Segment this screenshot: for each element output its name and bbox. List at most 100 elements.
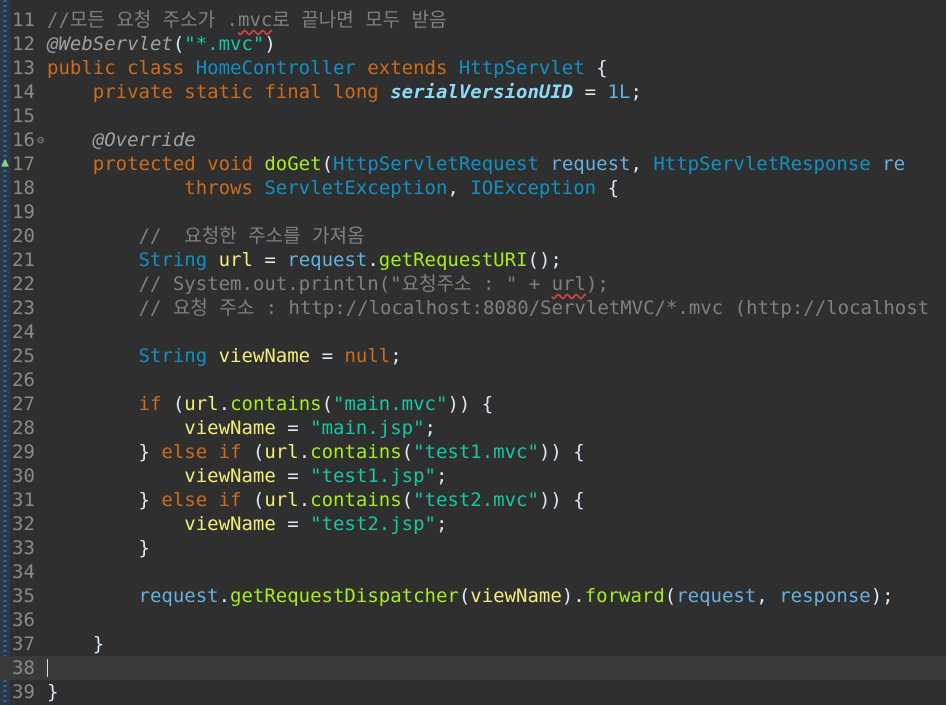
code-line[interactable]: 18 throws ServletException, IOException … [0,176,946,200]
code-token: HomeController [195,57,356,79]
code-token: "*.mvc" [184,33,265,55]
code-line[interactable]: 28 viewName = "main.jsp"; [0,416,946,440]
line-number: 16 [12,129,35,151]
code-token: // 요청 주소 : http://localhost:8080/Servlet… [47,297,930,319]
code-line[interactable]: 35 request.getRequestDispatcher(viewName… [0,584,946,608]
code-token: // 요청한 주소를 가져옴 [47,225,365,247]
code-line[interactable]: 13 public class HomeController extends Ht… [0,56,946,80]
code-line[interactable]: 17 protected void doGet(HttpServletReque… [0,152,946,176]
code-token: = [275,417,311,439]
code-token: "main.jsp" [310,417,425,439]
code-text: throws ServletException, IOException { [47,176,619,200]
code-token: ); [870,585,894,607]
fold-toggle-icon[interactable]: ⊖ [37,128,44,152]
code-line[interactable]: 11 //모든 요청 주소가 .mvc로 끝나면 모두 받음 [0,8,946,32]
code-token: . [298,441,311,463]
code-line[interactable]: 32 viewName = "test2.jsp"; [0,512,946,536]
line-number: 11 [12,9,35,31]
code-text: @WebServlet("*.mvc") [47,32,276,56]
code-line[interactable]: 23 // 요청 주소 : http://localhost:8080/Serv… [0,296,946,320]
code-text: // System.out.println("요청주소 : " + url); [47,272,609,296]
code-text: // 요청한 주소를 가져옴 [47,224,365,248]
code-token: = [573,81,608,103]
code-text: //모든 요청 주소가 .mvc로 끝나면 모두 받음 [47,8,447,32]
code-token: @WebServlet [47,33,173,55]
code-text: private static final long serialVersionU… [47,80,642,104]
code-text: viewName = "main.jsp"; [47,416,436,440]
code-token: ; [390,345,402,367]
code-line[interactable]: 27 if (url.contains("main.mvc")) { [0,392,946,416]
code-token: viewName [184,465,276,487]
code-editor[interactable]: ▲ 11//모든 요청 주소가 .mvc로 끝나면 모두 받음 12 @WebSer… [0,0,946,705]
code-line[interactable]: 29 } else if (url.contains("test1.mvc"))… [0,440,946,464]
text-caret [47,659,48,677]
code-token: )) { [447,393,494,415]
code-token: response [779,585,871,607]
code-text: viewName = "test1.jsp"; [47,464,447,488]
code-line[interactable]: 38 [0,656,946,680]
code-token: ( [161,393,185,415]
code-text: } else if (url.contains("test2.mvc")) { [47,488,585,512]
code-text: if (url.contains("main.mvc")) { [47,392,494,416]
line-number: 39 [12,681,35,703]
code-token: private static final long [92,81,391,103]
code-line[interactable]: 16 ⊖ @Override [0,128,946,152]
code-token: // System.out.println("요청주소 : " + [47,273,552,295]
line-number: 37 [12,633,35,655]
line-number: 35 [12,585,35,607]
code-line[interactable]: 22 // System.out.println("요청주소 : " + url… [0,272,946,296]
code-line[interactable]: 31 } else if (url.contains("test2.mvc"))… [0,488,946,512]
code-token: @Override [92,129,196,151]
code-line[interactable]: 25 String viewName = null; [0,344,946,368]
code-text: } [47,680,58,704]
code-line[interactable]: 39} [0,680,946,704]
code-line[interactable]: 12 @WebServlet("*.mvc") [0,32,946,56]
code-token: extends [355,57,459,79]
code-token: url [551,273,586,295]
code-token: } [47,441,162,463]
code-line[interactable]: 36 [0,608,946,632]
code-token: ( [241,489,265,511]
code-token: //모든 요청 주소가 . [47,9,238,31]
code-token: ServletException [264,177,448,199]
code-token: . [367,249,379,271]
code-token: url [264,489,299,511]
code-line[interactable]: 20 // 요청한 주소를 가져옴 [0,224,946,248]
code-token: else if [161,489,242,511]
code-token: contains [310,441,402,463]
code-token: forward [584,585,665,607]
code-line[interactable]: 24 [0,320,946,344]
code-token: = [252,249,288,271]
code-text: viewName = "test2.jsp"; [47,512,447,536]
code-line[interactable]: 33 } [0,536,946,560]
code-text: // 요청 주소 : http://localhost:8080/Servlet… [47,296,930,320]
code-line[interactable]: 34 [0,560,946,584]
code-token: ( [172,33,185,55]
line-number: 17 [12,153,35,175]
code-token: = [275,465,311,487]
code-token: public class [47,57,196,79]
code-token: ); [585,273,609,295]
code-token: request [550,153,631,175]
code-token: ; [424,417,436,439]
code-token: viewName [184,417,276,439]
code-token: , [756,585,780,607]
code-line[interactable]: 37 } [0,632,946,656]
code-token: HttpServletRequest [333,153,539,175]
code-line[interactable]: 26 [0,368,946,392]
code-line[interactable]: 15 [0,104,946,128]
code-line[interactable]: 14 private static final long serialVersi… [0,80,946,104]
code-line[interactable]: 21 String url = request.getRequestURI(); [0,248,946,272]
code-line[interactable]: 30 viewName = "test1.jsp"; [0,464,946,488]
code-line[interactable]: 19 [0,200,946,224]
code-token: contains [310,489,402,511]
code-token: re [882,153,906,175]
line-number: 13 [12,57,35,79]
line-number: 30 [12,465,35,487]
code-token: } [47,489,162,511]
